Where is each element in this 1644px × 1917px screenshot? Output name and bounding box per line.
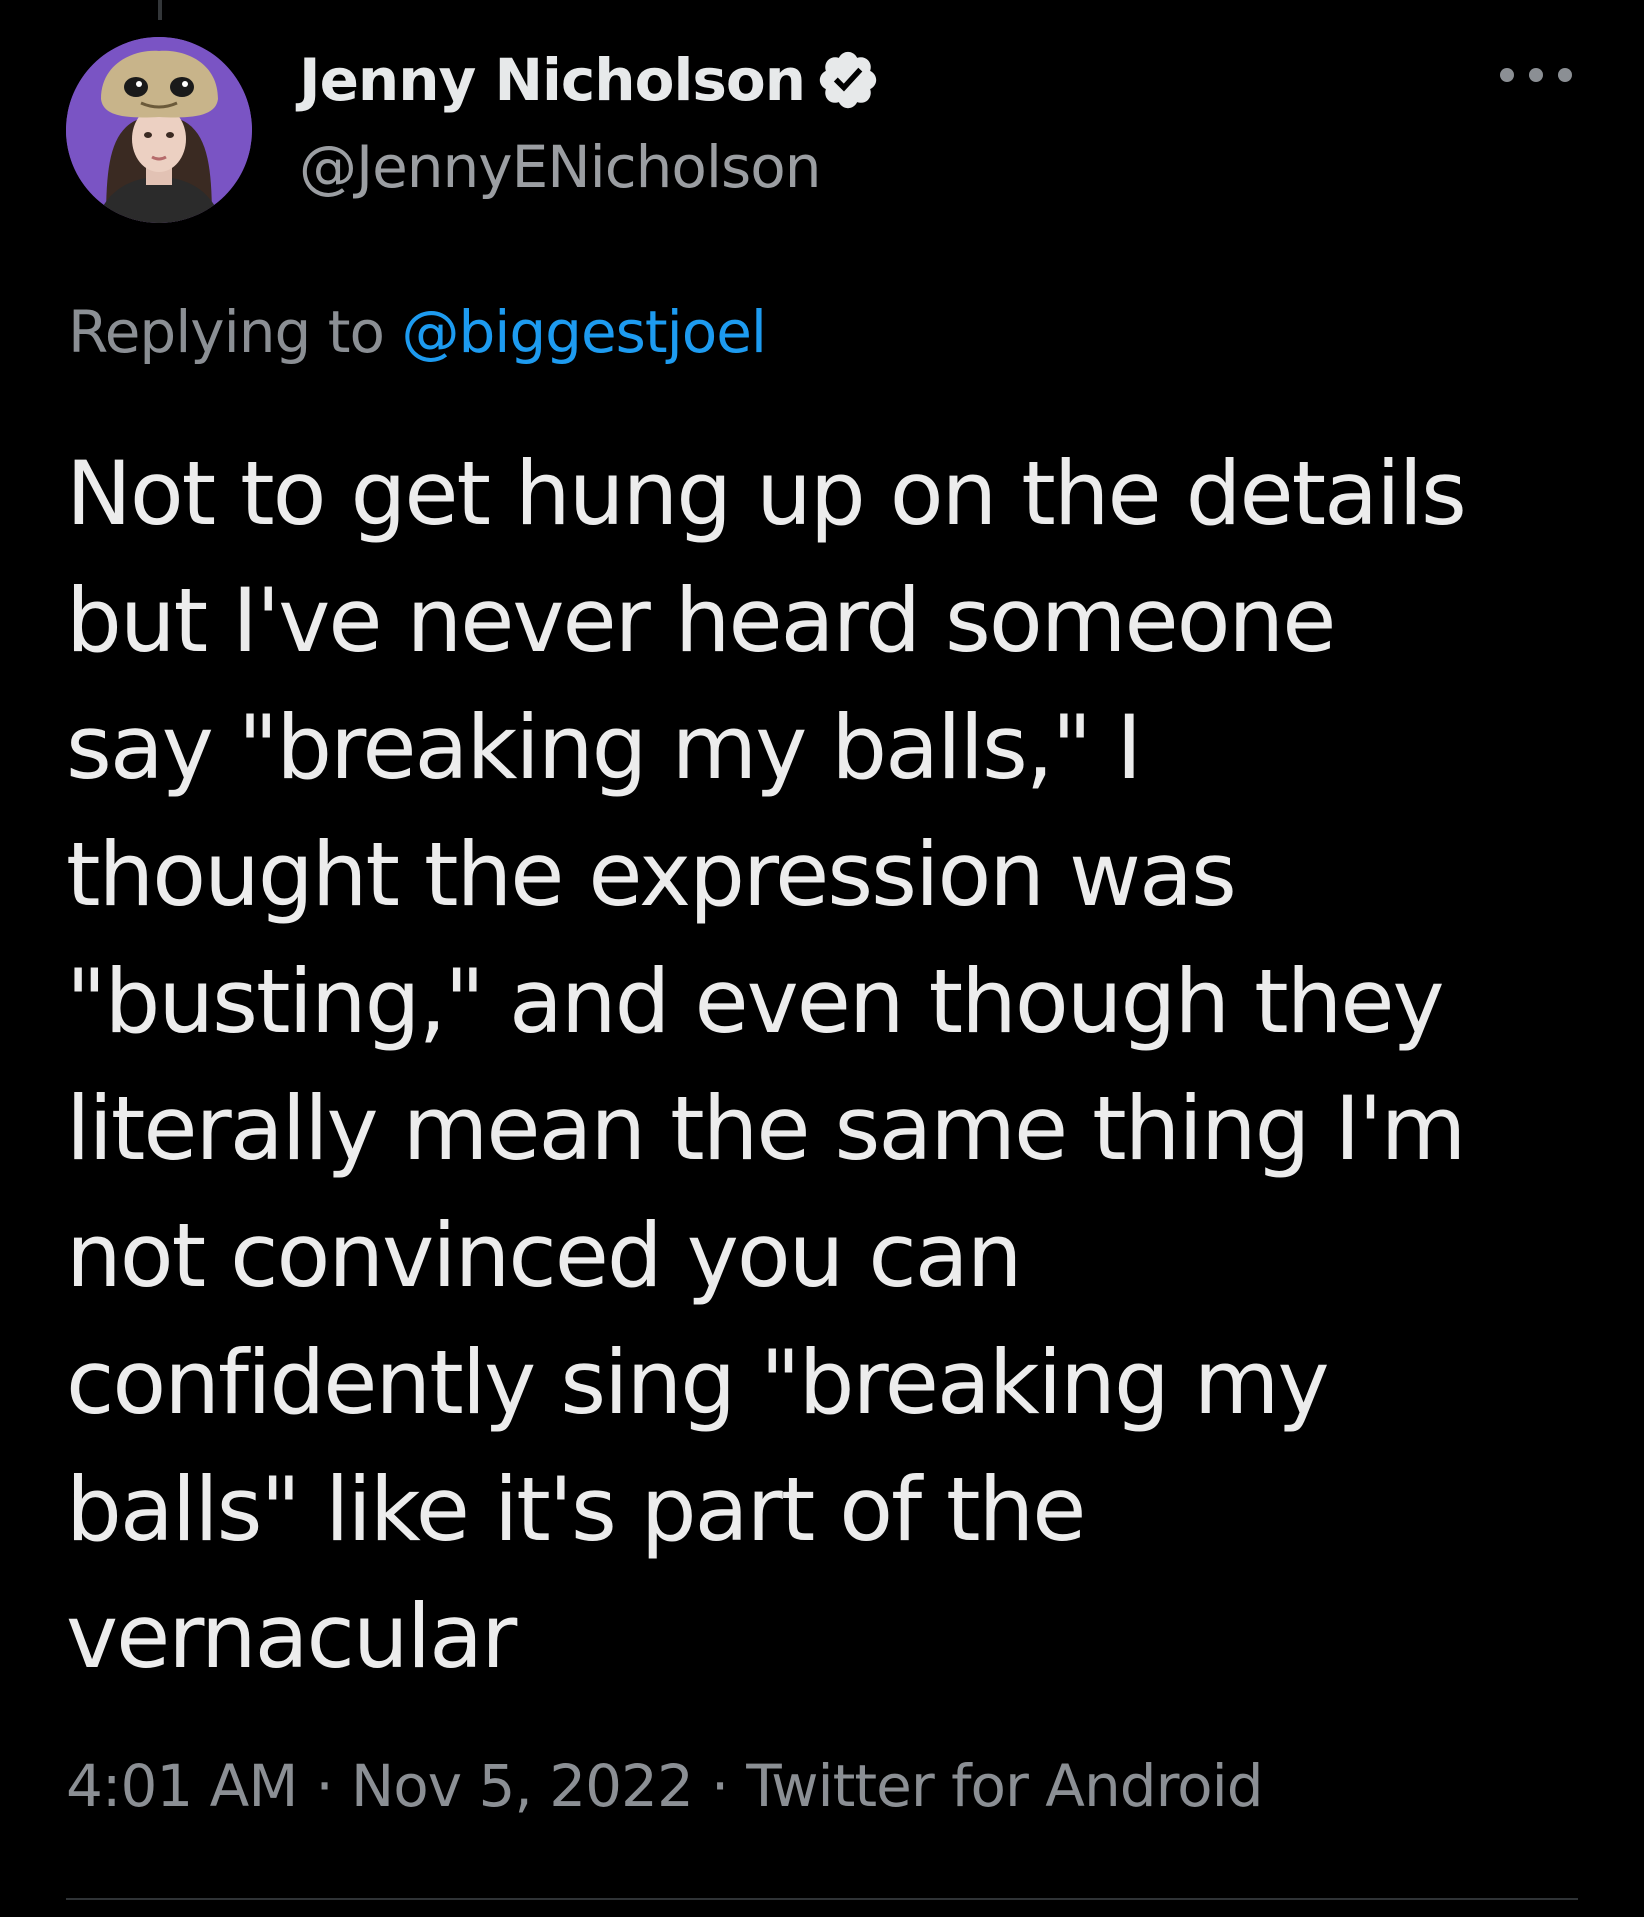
replying-to: Replying to @biggestjoel — [68, 298, 767, 366]
dot — [1529, 68, 1543, 82]
replying-to-mention-link[interactable]: @biggestjoel — [401, 298, 767, 366]
tweet-text-line: vernacular — [66, 1585, 517, 1688]
avatar[interactable] — [66, 37, 252, 223]
separator: · — [315, 1752, 333, 1820]
tweet-text-line: say "breaking my balls," I — [66, 696, 1142, 799]
dot — [1558, 68, 1572, 82]
tweet-text-line: not convinced you can — [66, 1204, 1023, 1307]
more-options-icon[interactable] — [1500, 64, 1572, 86]
tweet-metadata: 4:01 AM · Nov 5, 2022 · Twitter for Android — [66, 1752, 1264, 1820]
divider — [66, 1898, 1578, 1900]
thread-connector-line — [158, 0, 162, 20]
tweet-date[interactable]: Nov 5, 2022 — [351, 1752, 694, 1820]
tweet-source[interactable]: Twitter for Android — [746, 1752, 1263, 1820]
tweet-text-line: confidently sing "breaking my — [66, 1331, 1330, 1434]
tweet-text-line: but I've never heard someone — [66, 569, 1336, 672]
separator: · — [710, 1752, 729, 1820]
replying-to-label: Replying to — [68, 298, 385, 366]
tweet-text-line: "busting," and even though they — [66, 950, 1445, 1053]
tweet-text-line: thought the expression was — [66, 823, 1237, 926]
tweet-text-line: balls" like it's part of the — [66, 1458, 1086, 1561]
author-handle[interactable]: @JennyENicholson — [299, 133, 821, 201]
author-display-name[interactable]: Jenny Nicholson — [299, 46, 806, 114]
verified-badge-icon — [819, 51, 877, 109]
tweet-text-line: Not to get hung up on the details — [66, 442, 1467, 545]
author-name-row: Jenny Nicholson — [299, 40, 881, 120]
avatar-image — [66, 37, 252, 223]
tweet-text: Not to get hung up on the details but I'… — [66, 430, 1606, 1700]
dot — [1500, 68, 1514, 82]
tweet-text-line: literally mean the same thing I'm — [66, 1077, 1466, 1180]
tweet-time[interactable]: 4:01 AM — [66, 1752, 298, 1820]
